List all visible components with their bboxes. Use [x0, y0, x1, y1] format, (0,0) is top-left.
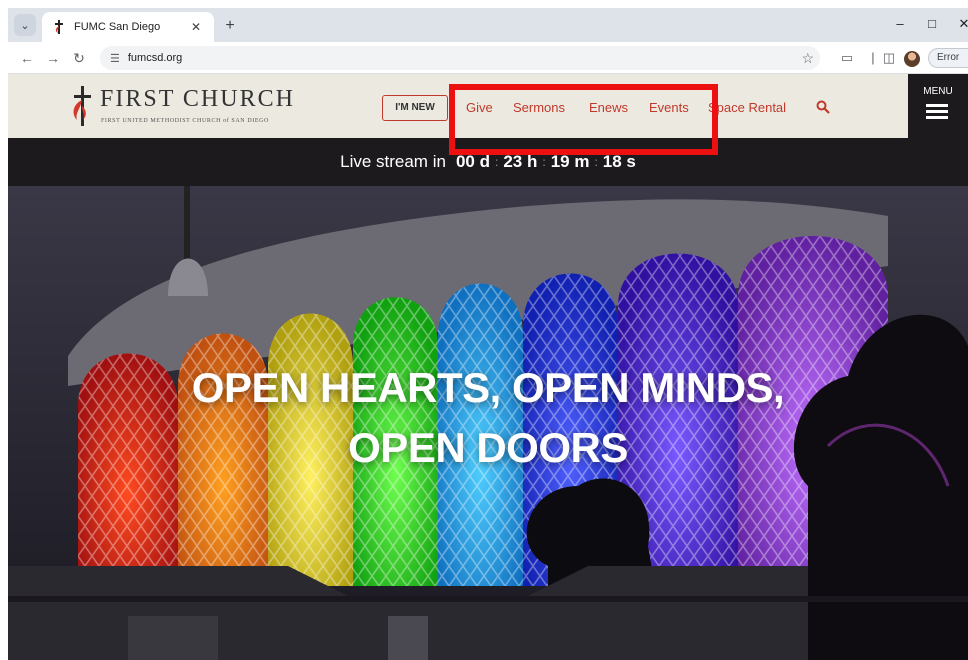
new-tab-button[interactable]: +	[220, 16, 240, 36]
hamburger-icon	[926, 104, 948, 120]
countdown-hours: 23 h	[503, 152, 538, 171]
tab-fumc[interactable]: FUMC San Diego ✕	[42, 12, 214, 42]
cross-flame-icon	[52, 20, 66, 34]
countdown-separator: :	[494, 155, 499, 169]
tab-title: FUMC San Diego	[74, 21, 161, 33]
menu-button[interactable]: MENU	[908, 74, 968, 138]
profile-avatar[interactable]	[904, 51, 920, 67]
browser-toolbar: ← → ↻ ☰ fumcsd.org ☆ ▭ | ◫ Error	[8, 42, 968, 74]
countdown-days: 00 d	[455, 152, 490, 171]
browser-window: ⌄ FUMC San Diego ✕ + – □ ✕ ← → ↻ ☰ fumcs…	[8, 8, 968, 660]
url-text: fumcsd.org	[127, 52, 183, 64]
bookmark-star-icon[interactable]: ☆	[801, 50, 814, 67]
hero-banner: OPEN HEARTS, OPEN MINDS, OPEN DOORS	[8, 186, 968, 660]
logo-tagline: FIRST UNITED METHODIST CHURCH of SAN DIE…	[101, 118, 269, 124]
hero-line-2: OPEN DOORS	[348, 424, 628, 471]
tab-strip: ⌄ FUMC San Diego ✕ + – □ ✕	[8, 8, 968, 42]
site-info-icon[interactable]: ☰	[110, 52, 120, 65]
reload-icon[interactable]: ↻	[70, 49, 88, 67]
side-panel-icon[interactable]: ◫	[880, 50, 898, 66]
error-chip[interactable]: Error	[928, 48, 968, 68]
countdown-label: Live stream in	[340, 152, 446, 171]
extensions-icon[interactable]: ▭	[838, 50, 856, 66]
maximize-icon[interactable]: □	[922, 16, 942, 31]
chevron-down-icon: ⌄	[20, 19, 30, 32]
minimize-icon[interactable]: –	[890, 16, 910, 31]
back-icon[interactable]: ←	[18, 49, 36, 67]
menu-label: MENU	[923, 86, 953, 97]
highlight-box	[449, 84, 718, 155]
cross-flame-logo-icon[interactable]	[70, 86, 94, 126]
tab-close-icon[interactable]: ✕	[188, 20, 204, 34]
nav-space-rental[interactable]: Space Rental	[708, 100, 786, 115]
tab-search-dropdown[interactable]: ⌄	[14, 14, 36, 36]
im-new-button[interactable]: I'M NEW	[382, 95, 448, 121]
countdown-separator: :	[542, 155, 546, 169]
hero-headline: OPEN HEARTS, OPEN MINDS, OPEN DOORS	[8, 358, 968, 478]
address-bar[interactable]: ☰ fumcsd.org ☆	[100, 46, 820, 70]
hero-line-1: OPEN HEARTS, OPEN MINDS,	[191, 364, 785, 411]
countdown-seconds: 18 s	[602, 152, 636, 171]
website: FIRST CHURCH FIRST UNITED METHODIST CHUR…	[8, 74, 968, 660]
logo-name[interactable]: FIRST CHURCH	[100, 86, 295, 113]
search-icon[interactable]	[816, 100, 830, 114]
countdown-separator: :	[594, 155, 598, 169]
countdown-minutes: 19 m	[550, 152, 590, 171]
close-window-icon[interactable]: ✕	[954, 16, 968, 32]
forward-icon[interactable]: →	[44, 49, 62, 67]
